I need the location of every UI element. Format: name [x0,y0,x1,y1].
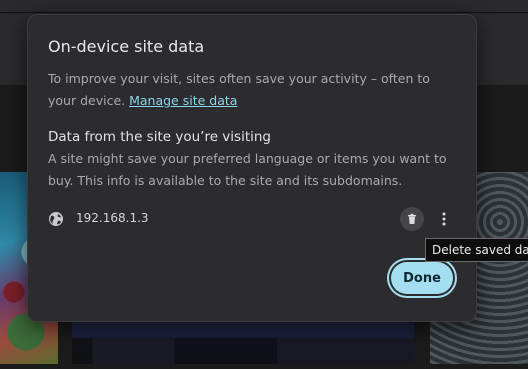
section-heading: Data from the site you’re visiting [48,129,271,145]
delete-site-data-button[interactable] [400,207,424,231]
more-vert-icon [442,212,446,226]
more-actions-button[interactable] [434,207,454,231]
site-data-dialog: On-device site data To improve your visi… [27,14,477,322]
done-button[interactable]: Done [391,262,453,294]
dialog-intro: To improve your visit, sites often save … [48,68,448,112]
intro-text: To improve your visit, sites often save … [48,71,430,108]
dialog-title: On-device site data [48,37,205,56]
trash-icon [408,213,416,224]
site-name: 192.168.1.3 [76,211,149,225]
section-description: A site might save your preferred languag… [48,151,447,188]
delete-tooltip: Delete saved data [425,238,528,262]
manage-site-data-link[interactable]: Manage site data [129,93,237,108]
globe-icon [49,212,63,226]
browser-top-bar [0,0,528,13]
site-row: 192.168.1.3 [48,207,460,231]
